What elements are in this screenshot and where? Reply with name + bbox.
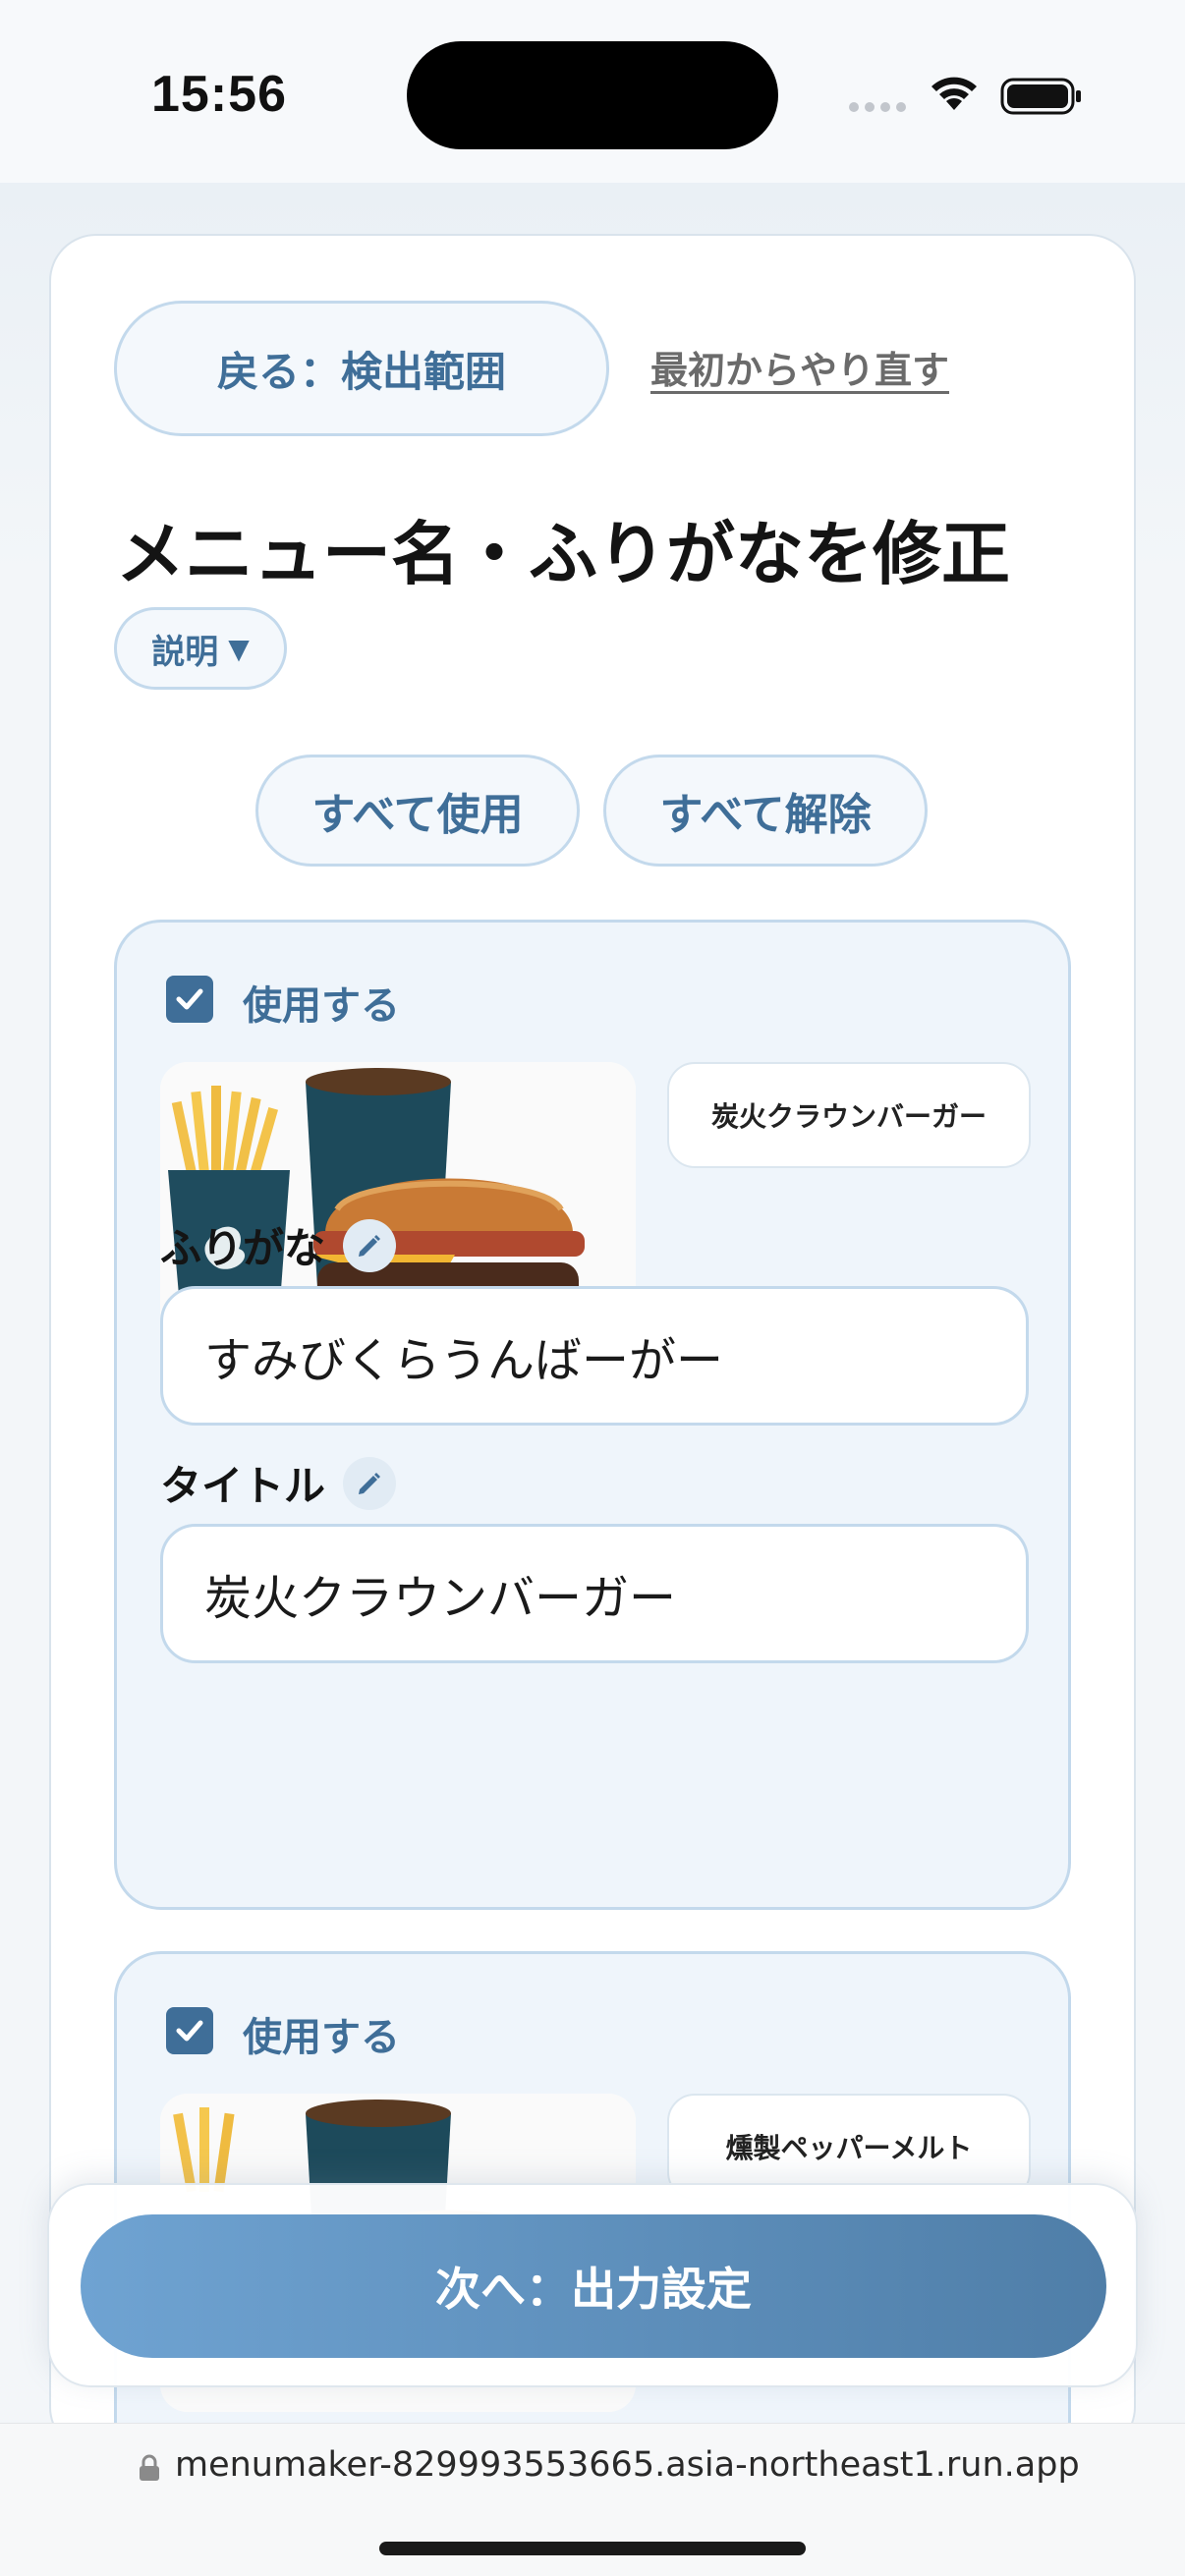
pencil-icon [343, 1218, 397, 1272]
use-checkbox[interactable] [166, 976, 213, 1023]
use-all-button[interactable]: すべて使用 [255, 755, 580, 867]
menu-item-card: 使用する 炭火クラウンバーガー ふりがな すみびくらうんばーがー タイトル 炭火… [114, 920, 1071, 1910]
battery-icon [1000, 78, 1081, 115]
furigana-input[interactable]: すみびくらうんばーがー [160, 1286, 1029, 1426]
status-bar: 15:56 [0, 0, 1185, 183]
use-label: 使用する [243, 983, 400, 1029]
use-checkbox[interactable] [166, 2007, 213, 2054]
check-icon [176, 2020, 203, 2042]
sticky-footer: 次へ：出力設定 [47, 2183, 1138, 2387]
use-label: 使用する [243, 2015, 400, 2060]
browser-address-bar: menumaker-829993553665.asia-northeast1.r… [0, 2423, 1185, 2576]
lock-icon [140, 2454, 159, 2481]
furigana-label: ふりがな [160, 1224, 326, 1272]
home-indicator[interactable] [379, 2542, 806, 2555]
title-label-row: タイトル [160, 1453, 397, 1513]
page-title: メニュー名・ふりがなを修正 [116, 514, 1010, 594]
triangle-down-icon: ▼ [228, 632, 250, 665]
next-output-settings-button[interactable]: 次へ：出力設定 [81, 2214, 1106, 2358]
explain-label: 説明 [151, 632, 219, 672]
check-icon [176, 988, 203, 1010]
clear-all-button[interactable]: すべて解除 [603, 755, 928, 867]
url-text[interactable]: menumaker-829993553665.asia-northeast1.r… [175, 2445, 1079, 2485]
furigana-label-row: ふりがな [160, 1215, 397, 1275]
title-label: タイトル [160, 1462, 326, 1510]
wifi-icon [931, 77, 977, 110]
title-input[interactable]: 炭火クラウンバーガー [160, 1524, 1029, 1663]
restart-link[interactable]: 最初からやり直す [650, 340, 949, 394]
signal-dots-icon [849, 102, 906, 112]
ocr-name-chip: 炭火クラウンバーガー [667, 1062, 1031, 1168]
status-time: 15:56 [151, 66, 287, 123]
back-to-detection-button[interactable]: 戻る：検出範囲 [114, 301, 609, 436]
dynamic-island [407, 41, 778, 149]
explain-toggle-button[interactable]: 説明 ▼ [114, 607, 287, 690]
pencil-icon [343, 1456, 397, 1510]
